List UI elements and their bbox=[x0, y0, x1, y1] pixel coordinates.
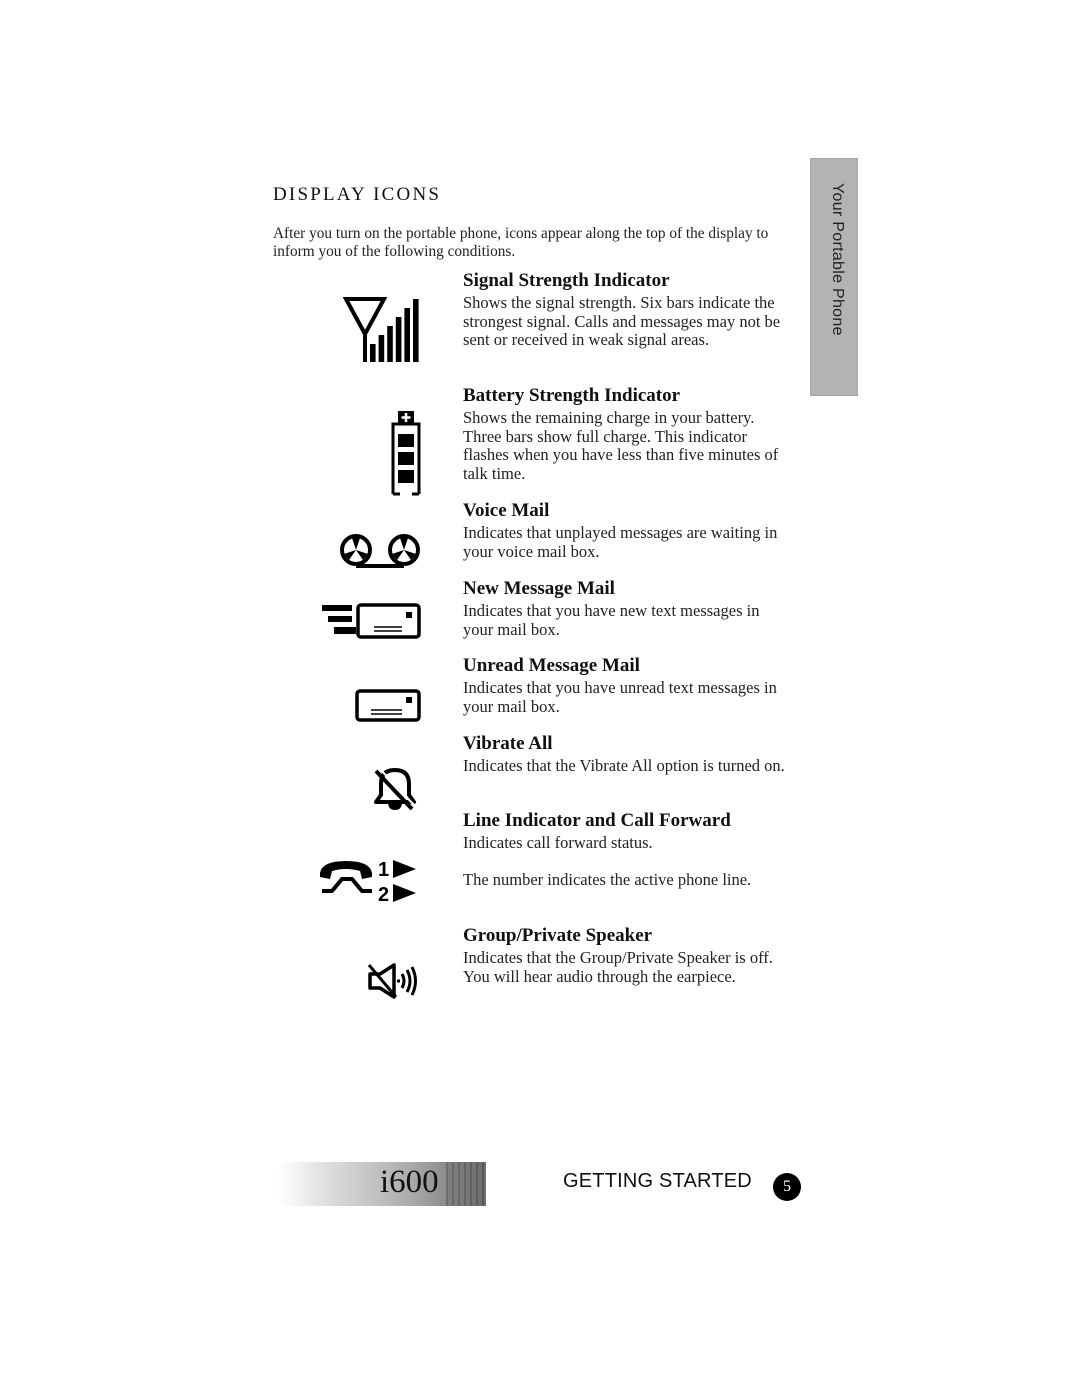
vibrate-all-icon bbox=[370, 766, 420, 812]
signal-strength-icon bbox=[343, 296, 423, 362]
battery-bar bbox=[398, 470, 414, 483]
entry-unread-message-mail: Unread Message Mail Indicates that you h… bbox=[463, 655, 793, 716]
entry-body: Indicates that you have unread text mess… bbox=[463, 678, 777, 716]
signal-bar bbox=[404, 308, 410, 362]
line-number-2: 2 bbox=[378, 884, 389, 905]
entry-group-private-speaker: Group/Private Speaker Indicates that the… bbox=[463, 925, 793, 986]
entry-body: Indicates that unplayed messages are wai… bbox=[463, 523, 778, 561]
entry-new-message-mail: New Message Mail Indicates that you have… bbox=[463, 578, 793, 639]
entry-body: Shows the signal strength. Six bars indi… bbox=[463, 293, 781, 350]
entry-body: Indicates that the Vibrate All option is… bbox=[463, 756, 785, 775]
battery-bar bbox=[398, 452, 414, 465]
side-tab: Your Portable Phone bbox=[810, 158, 858, 396]
entry-title: Signal Strength Indicator bbox=[463, 270, 670, 291]
side-tab-label: Your Portable Phone bbox=[829, 183, 846, 336]
signal-bar bbox=[395, 317, 402, 362]
voice-mail-icon bbox=[339, 533, 421, 571]
entry-body: Indicates that the Group/Private Speaker… bbox=[463, 948, 773, 986]
new-message-mail-icon bbox=[322, 603, 422, 639]
entry-body-secondary: The number indicates the active phone li… bbox=[463, 869, 752, 889]
entry-battery-strength: Battery Strength Indicator Shows the rem… bbox=[463, 385, 793, 483]
entry-title: Voice Mail bbox=[463, 500, 550, 521]
entry-title: Unread Message Mail bbox=[463, 655, 640, 676]
battery-bar bbox=[398, 434, 414, 447]
line-call-forward-icon: 1 2 bbox=[318, 857, 418, 905]
signal-bar bbox=[370, 344, 376, 362]
speaker-off-icon bbox=[366, 962, 420, 1000]
model-name: i600 bbox=[380, 1164, 439, 1200]
entry-title: Group/Private Speaker bbox=[463, 925, 653, 946]
entry-title: Line Indicator and Call Forward bbox=[463, 810, 731, 831]
line-number-1: 1 bbox=[378, 859, 389, 881]
entry-voice-mail: Voice Mail Indicates that unplayed messa… bbox=[463, 500, 793, 561]
entry-title: Vibrate All bbox=[463, 733, 553, 754]
entry-line-indicator-call-forward: Line Indicator and Call Forward Indicate… bbox=[463, 810, 793, 889]
entry-vibrate-all: Vibrate All Indicates that the Vibrate A… bbox=[463, 733, 793, 776]
page-number: 5 bbox=[773, 1173, 801, 1201]
entry-title: New Message Mail bbox=[463, 578, 615, 599]
battery-icon bbox=[391, 410, 421, 496]
signal-bar bbox=[378, 335, 385, 362]
unread-message-mail-icon bbox=[355, 689, 421, 723]
entry-body: Indicates call forward status. bbox=[463, 833, 653, 852]
entry-signal-strength: Signal Strength Indicator Shows the sign… bbox=[463, 270, 793, 350]
entry-body: Shows the remaining charge in your batte… bbox=[463, 408, 779, 483]
section-title: DISPLAY ICONS bbox=[273, 184, 442, 205]
banner-stripes bbox=[446, 1162, 486, 1206]
chapter-title: GETTING STARTED bbox=[563, 1170, 752, 1192]
intro-paragraph: After you turn on the portable phone, ic… bbox=[273, 225, 769, 260]
entry-title: Battery Strength Indicator bbox=[463, 385, 681, 406]
signal-bar bbox=[387, 326, 393, 362]
entry-body: Indicates that you have new text message… bbox=[463, 601, 760, 639]
signal-bar bbox=[413, 299, 419, 362]
